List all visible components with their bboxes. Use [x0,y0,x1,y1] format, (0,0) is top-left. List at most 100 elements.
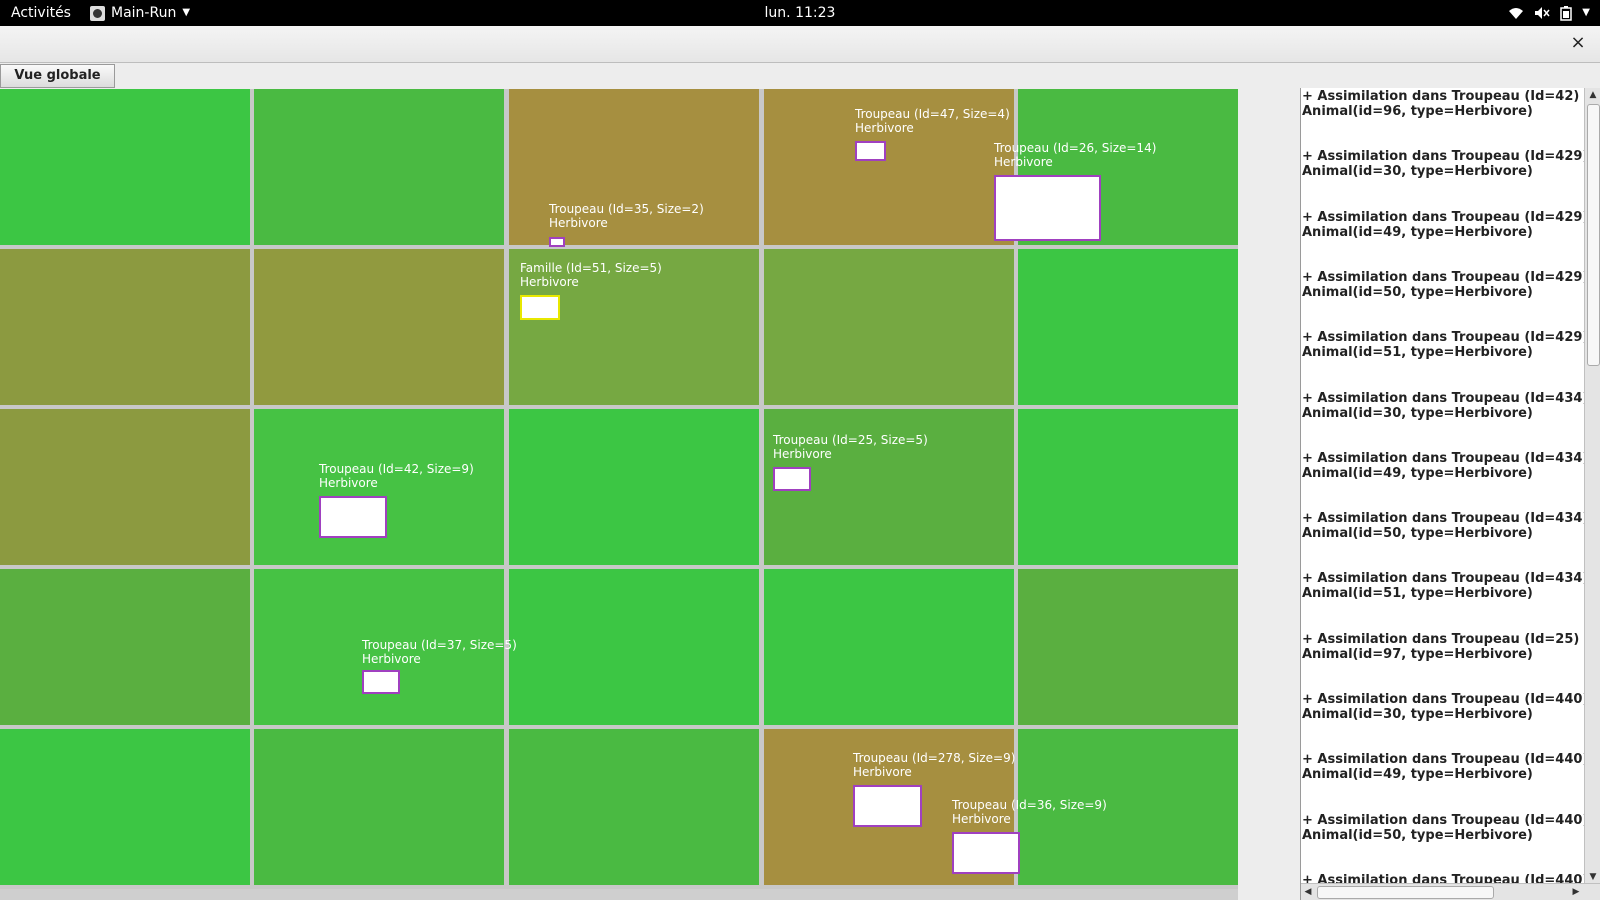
event-log-panel: + Assimilation dans Troupeau (Id=42) de A… [1300,88,1600,900]
scroll-right-icon[interactable]: ▶ [1569,884,1583,900]
log-entry-line: Animal(id=50, type=Herbivore) [1302,284,1533,300]
log-entry-line: + Assimilation dans Troupeau (Id=429) d [1302,149,1584,165]
log-entry: + Assimilation dans Troupeau (Id=440) dA… [1302,752,1584,782]
log-entry-line: Animal(id=50, type=Herbivore) [1302,526,1533,542]
log-entry: + Assimilation dans Troupeau (Id=434) dA… [1302,571,1584,601]
map-cell[interactable] [0,409,250,565]
log-entry-line: + Assimilation dans Troupeau (Id=434) d [1302,511,1584,527]
log-entry: + Assimilation dans Troupeau (Id=440) dA… [1302,692,1584,722]
group-label: Troupeau (Id=37, Size=5) Herbivore [362,638,517,666]
map-cell[interactable] [764,249,1014,405]
map-cell[interactable] [0,89,250,245]
map-cell[interactable] [254,249,504,405]
battery-icon [1560,6,1573,21]
log-entry: + Assimilation dans Troupeau (Id=429) dA… [1302,149,1584,179]
log-entry: + Assimilation dans Troupeau (Id=434) dA… [1302,451,1584,481]
horizontal-scrollbar[interactable]: ◀ ▶ [1301,883,1600,900]
log-entry-line: Animal(id=97, type=Herbivore) [1302,646,1533,662]
map-cell[interactable] [0,249,250,405]
map-cell[interactable] [254,89,504,245]
log-entry-line: + Assimilation dans Troupeau (Id=434) d [1302,390,1584,406]
scroll-down-icon[interactable]: ▼ [1585,870,1600,884]
scroll-left-icon[interactable]: ◀ [1301,884,1315,900]
system-top-bar: Activités Main-Run ▼ lun. 11:23 ▼ [0,0,1600,26]
tab-vue-globale[interactable]: Vue globale [0,64,115,88]
map-cell[interactable] [254,729,504,885]
log-entry-line: + Assimilation dans Troupeau (Id=25) de [1302,631,1584,647]
group-marker[interactable] [994,175,1101,241]
log-entry: + Assimilation dans Troupeau (Id=25) de A… [1302,632,1584,662]
group-label: Troupeau (Id=26, Size=14) Herbivore [994,141,1156,169]
log-entry-line: + Assimilation dans Troupeau (Id=429) d [1302,209,1584,225]
log-entry-line: Animal(id=50, type=Herbivore) [1302,827,1533,843]
system-tray[interactable]: ▼ [1508,0,1590,26]
group-label: Troupeau (Id=35, Size=2) Herbivore [549,202,704,230]
close-icon[interactable]: × [1568,32,1588,54]
group-label: Troupeau (Id=25, Size=5) Herbivore [773,433,928,461]
group-marker[interactable] [952,832,1020,874]
log-entry-line: Animal(id=49, type=Herbivore) [1302,767,1533,783]
log-entry-line: + Assimilation dans Troupeau (Id=429) d [1302,330,1584,346]
group-label: Troupeau (Id=47, Size=4) Herbivore [855,107,1010,135]
log-entry: + Assimilation dans Troupeau (Id=429) dA… [1302,210,1584,240]
group-kind: Herbivore [853,765,912,779]
group-label: Troupeau (Id=42, Size=9) Herbivore [319,462,474,490]
log-entry-line: + Assimilation dans Troupeau (Id=429) d [1302,269,1584,285]
log-entry-line: + Assimilation dans Troupeau (Id=440) d [1302,752,1584,768]
log-entry-line: Animal(id=49, type=Herbivore) [1302,465,1533,481]
group-kind: Herbivore [994,155,1053,169]
vertical-scroll-thumb[interactable] [1587,104,1600,366]
log-entry-line: Animal(id=51, type=Herbivore) [1302,345,1533,361]
log-entry-line: + Assimilation dans Troupeau (Id=440) d [1302,692,1584,707]
group-marker[interactable] [773,467,811,491]
map-cell[interactable] [509,729,759,885]
map-cell[interactable] [1018,409,1238,565]
group-title: Troupeau (Id=278, Size=9) [853,751,1016,765]
map-cell[interactable] [509,409,759,565]
group-kind: Herbivore [362,652,421,666]
group-kind: Herbivore [855,121,914,135]
group-marker[interactable] [362,670,400,694]
group-title: Troupeau (Id=47, Size=4) [855,107,1010,121]
group-marker[interactable] [520,295,560,320]
map-cell[interactable] [1018,249,1238,405]
log-entry-line: Animal(id=30, type=Herbivore) [1302,707,1533,722]
map-cell[interactable] [1018,569,1238,725]
chevron-down-icon: ▼ [1582,7,1590,18]
group-title: Troupeau (Id=42, Size=9) [319,462,474,476]
group-kind: Herbivore [773,447,832,461]
log-entry-line: Animal(id=49, type=Herbivore) [1302,224,1533,240]
map-cell[interactable] [764,569,1014,725]
group-title: Troupeau (Id=37, Size=5) [362,638,517,652]
horizontal-scroll-thumb[interactable] [1317,886,1494,899]
group-kind: Herbivore [549,216,608,230]
group-title: Troupeau (Id=35, Size=2) [549,202,704,216]
world-map[interactable]: Troupeau (Id=47, Size=4) Herbivore Troupea… [0,89,1238,889]
scroll-up-icon[interactable]: ▲ [1585,88,1600,102]
vertical-scrollbar[interactable]: ▲ ▼ [1584,88,1600,884]
log-entry: + Assimilation dans Troupeau (Id=434) dA… [1302,391,1584,421]
map-cell[interactable] [0,569,250,725]
group-kind: Herbivore [952,812,1011,826]
map-cell[interactable] [0,729,250,885]
group-kind: Herbivore [520,275,579,289]
group-title: Famille (Id=51, Size=5) [520,261,662,275]
map-cell[interactable] [509,569,759,725]
group-marker[interactable] [319,496,387,538]
group-marker[interactable] [855,141,886,161]
log-entry-line: Animal(id=30, type=Herbivore) [1302,164,1533,180]
group-label: Troupeau (Id=278, Size=9) Herbivore [853,751,1015,779]
group-kind: Herbivore [319,476,378,490]
log-entry: + Assimilation dans Troupeau (Id=429) dA… [1302,270,1584,300]
log-entry: + Assimilation dans Troupeau (Id=42) de A… [1302,89,1584,119]
map-scrollbar[interactable] [0,889,1238,900]
group-title: Troupeau (Id=36, Size=9) [952,798,1107,812]
group-marker[interactable] [853,785,922,827]
group-title: Troupeau (Id=26, Size=14) [994,141,1157,155]
volume-icon [1535,7,1550,19]
group-marker[interactable] [549,237,565,247]
window-title-bar[interactable]: × [0,26,1600,63]
log-entry-line: Animal(id=30, type=Herbivore) [1302,405,1533,421]
log-entry-line: + Assimilation dans Troupeau (Id=434) d [1302,450,1584,466]
clock[interactable]: lun. 11:23 [0,0,1600,26]
